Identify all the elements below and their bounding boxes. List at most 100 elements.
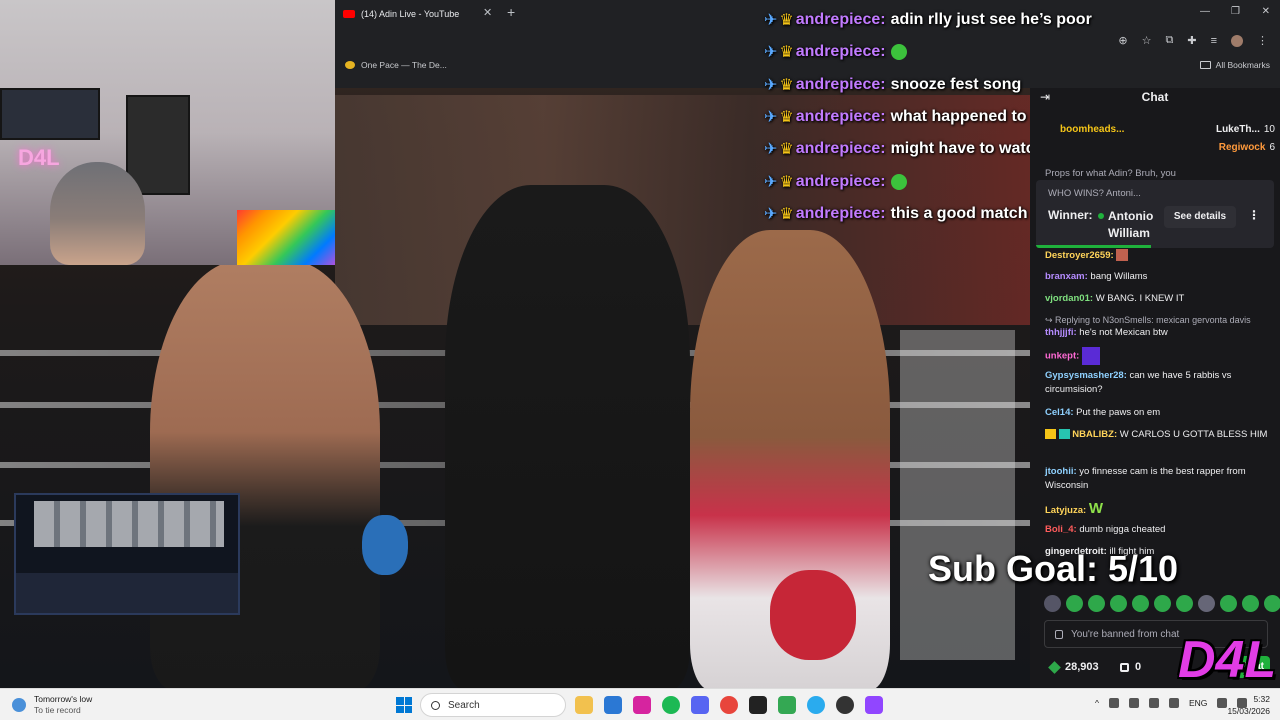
chrome-icon[interactable] bbox=[720, 696, 738, 714]
chat-username[interactable]: Destroyer2659: bbox=[1045, 250, 1114, 261]
overlay-chat-message: ✈ ♛ andrepiece: adin rlly just see he’s poo… bbox=[764, 4, 1184, 36]
puzzle-icon[interactable]: ✚ bbox=[1187, 34, 1196, 47]
tray-app-icon[interactable] bbox=[1129, 698, 1139, 708]
start-icon[interactable] bbox=[396, 697, 412, 713]
sword-badge-icon: ✈ bbox=[764, 76, 778, 94]
chat-username[interactable]: Cel14: bbox=[1045, 407, 1074, 418]
emote-icon bbox=[1081, 347, 1100, 365]
chat-text: Put the paws on em bbox=[1076, 407, 1161, 418]
emote-icon[interactable] bbox=[1154, 595, 1171, 612]
search-icon bbox=[431, 700, 440, 710]
clock-date: 15/03/2026 bbox=[1227, 706, 1270, 716]
chat-username[interactable]: unkept: bbox=[1045, 351, 1079, 362]
profile-avatar[interactable] bbox=[1231, 34, 1243, 47]
crown-badge-icon: ♛ bbox=[779, 109, 794, 127]
microphone-icon[interactable] bbox=[1149, 698, 1159, 708]
app-icon[interactable] bbox=[836, 696, 854, 714]
new-tab-icon[interactable]: + bbox=[507, 4, 515, 20]
red-glove bbox=[770, 570, 856, 660]
chat-username[interactable]: thhjjjfi: bbox=[1045, 327, 1077, 338]
chat-username[interactable]: Boli_4: bbox=[1045, 524, 1077, 535]
emote-icon[interactable] bbox=[1132, 595, 1149, 612]
chat-username[interactable]: branxam: bbox=[1045, 271, 1088, 282]
weather-widget[interactable]: Tomorrow's low To tie record bbox=[12, 694, 92, 716]
overlay-text: adin rlly just see he’s poor bbox=[890, 11, 1092, 29]
fighter-left bbox=[150, 260, 380, 688]
pc-app-icon[interactable] bbox=[749, 696, 767, 714]
language-indicator[interactable]: ENG bbox=[1189, 698, 1207, 708]
gifter-name[interactable]: Regiwock bbox=[1219, 142, 1266, 153]
emote-icon[interactable] bbox=[1264, 595, 1280, 612]
collapse-chat-icon[interactable]: ⇥ bbox=[1040, 90, 1050, 104]
discord-icon[interactable] bbox=[691, 696, 709, 714]
emote-icon[interactable] bbox=[1110, 595, 1127, 612]
file-explorer-icon[interactable] bbox=[575, 696, 593, 714]
channel-points[interactable]: 28,903 bbox=[1048, 660, 1099, 674]
more-options-icon[interactable]: ⋮ bbox=[1248, 208, 1260, 222]
bookmark-item[interactable]: One Pace — The De... bbox=[345, 60, 447, 70]
app-icon[interactable] bbox=[865, 696, 883, 714]
chat-message: thhjjjfi: he's not Mexican btw bbox=[1045, 326, 1275, 340]
chat-message: unkept: bbox=[1045, 347, 1275, 365]
emote-icon[interactable] bbox=[1044, 595, 1061, 612]
bits-balance[interactable]: 0 bbox=[1120, 661, 1141, 673]
store-icon[interactable] bbox=[604, 696, 622, 714]
chat-partial-line: Props for what Adin? Bruh, you bbox=[1045, 168, 1176, 179]
chat-username[interactable]: Latyjuza: bbox=[1045, 505, 1086, 516]
prediction-card[interactable]: WHO WINS? Antoni... Winner: Antonio Will… bbox=[1036, 180, 1274, 248]
emote-icon[interactable] bbox=[1066, 595, 1083, 612]
chat-message: NBALIBZ: W CARLOS U GOTTA BLESS HIM bbox=[1045, 428, 1275, 442]
inset-banner bbox=[34, 501, 224, 547]
maximize-icon[interactable]: ❐ bbox=[1231, 6, 1240, 17]
crown-badge-icon: ♛ bbox=[779, 173, 794, 191]
chat-username[interactable]: jtoohii: bbox=[1045, 466, 1077, 477]
gifter-name[interactable]: boomheads... bbox=[1060, 124, 1124, 135]
chat-input-placeholder: You're banned from chat bbox=[1071, 628, 1180, 640]
sword-badge-icon: ✈ bbox=[764, 141, 778, 159]
emote-icon[interactable] bbox=[1176, 595, 1193, 612]
tab-close-icon[interactable]: ✕ bbox=[483, 6, 492, 19]
tray-app-icon[interactable] bbox=[1109, 698, 1119, 708]
chevron-up-icon[interactable]: ^ bbox=[1095, 698, 1099, 708]
emote-icon[interactable] bbox=[1088, 595, 1105, 612]
wifi-icon[interactable] bbox=[1217, 698, 1228, 708]
all-bookmarks-button[interactable]: All Bookmarks bbox=[1199, 60, 1270, 70]
chat-username[interactable]: vjordan01: bbox=[1045, 293, 1093, 304]
chat-username[interactable]: Gypsysmasher28: bbox=[1045, 370, 1127, 381]
inset-broadcast-video bbox=[14, 493, 240, 615]
telegram-icon[interactable] bbox=[807, 696, 825, 714]
ring-corner-pad bbox=[900, 330, 1015, 660]
overlay-chat-message: ✈ ♛ andrepiece: bbox=[764, 36, 1184, 68]
vpn-icon[interactable] bbox=[778, 696, 796, 714]
sword-badge-icon: ✈ bbox=[764, 173, 778, 191]
emote-icon[interactable] bbox=[1220, 595, 1237, 612]
close-icon[interactable]: ✕ bbox=[1262, 6, 1270, 17]
system-tray: ^ ENG bbox=[1095, 698, 1248, 708]
chat-username[interactable]: NBALIBZ: bbox=[1072, 429, 1117, 440]
chat-message: Destroyer2659: bbox=[1045, 249, 1275, 263]
gifter-name[interactable]: LukeTh... bbox=[1216, 124, 1260, 135]
taskbar-search[interactable]: Search bbox=[420, 693, 566, 717]
overlay-username: andrepiece: bbox=[795, 140, 886, 158]
media-icon[interactable]: ≡ bbox=[1211, 35, 1217, 47]
clock[interactable]: 5:32 15/03/2026 bbox=[1227, 693, 1270, 717]
sword-badge-icon: ✈ bbox=[764, 205, 778, 223]
emote-icon[interactable] bbox=[1242, 595, 1259, 612]
points-value: 28,903 bbox=[1065, 661, 1099, 673]
reply-text: Replying to N3onSmells: mexican gervonta… bbox=[1055, 315, 1251, 325]
sword-badge-icon: ✈ bbox=[764, 109, 778, 127]
instagram-icon[interactable] bbox=[633, 696, 651, 714]
minimize-icon[interactable]: — bbox=[1200, 6, 1210, 17]
menu-icon[interactable]: ⋮ bbox=[1257, 34, 1268, 47]
badge-icon bbox=[1058, 429, 1070, 440]
tray-app-icon[interactable] bbox=[1169, 698, 1179, 708]
gifter-count: 10 bbox=[1263, 123, 1275, 135]
spotify-icon[interactable] bbox=[662, 696, 680, 714]
chat-reply-context: ↪ Replying to N3onSmells: mexican gervon… bbox=[1045, 313, 1275, 327]
see-details-button[interactable]: See details bbox=[1164, 206, 1236, 228]
channel-points-icon bbox=[1048, 660, 1061, 674]
emote-icon[interactable] bbox=[1198, 595, 1215, 612]
emote-icon bbox=[1116, 249, 1129, 262]
chat-text: W BANG. I KNEW IT bbox=[1095, 293, 1185, 304]
browser-tab[interactable]: (14) Adin Live - YouTube bbox=[343, 4, 459, 24]
